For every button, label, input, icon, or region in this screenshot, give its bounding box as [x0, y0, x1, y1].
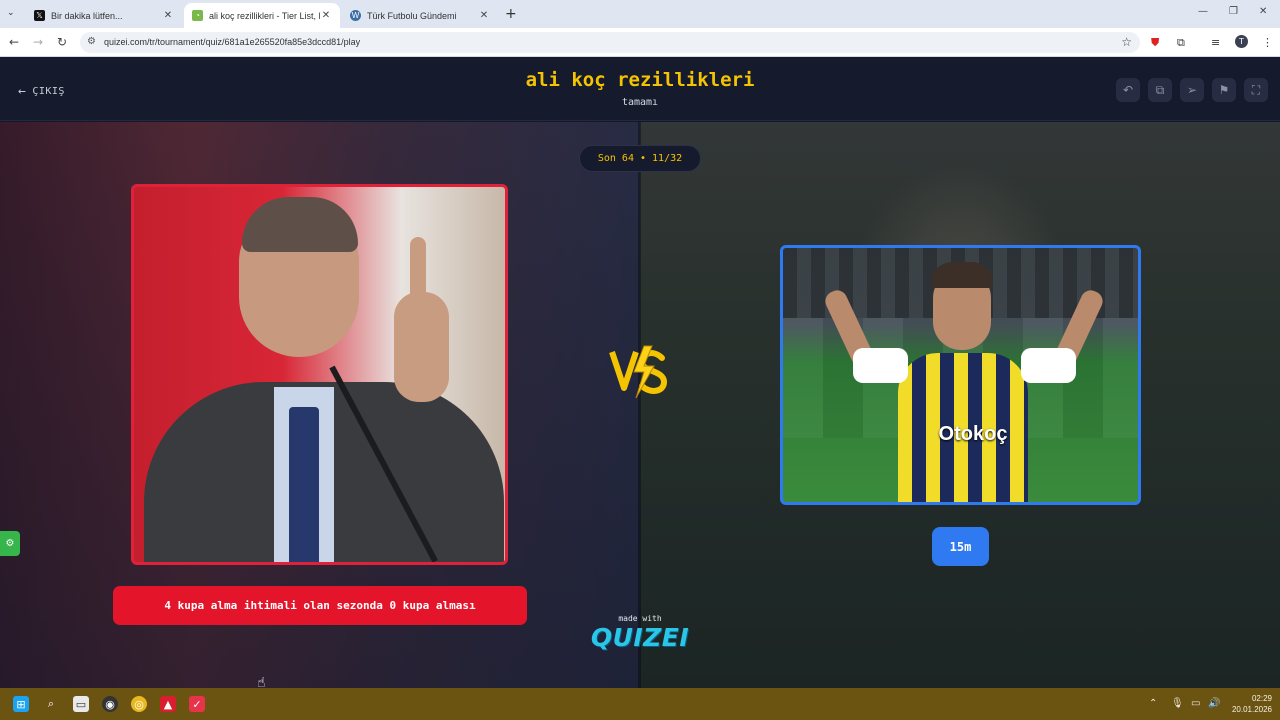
x-logo-icon: 𝕏	[34, 10, 45, 21]
share-button[interactable]: ➢	[1180, 78, 1204, 102]
windows-start-icon[interactable]: ⊞	[13, 696, 29, 712]
windows-taskbar: ⊞ ⌕ ▭ ◉ ◎ ▲ ✓ ⌃ 🎙 ▭ 🔊 02:29 20.01.2026	[0, 688, 1280, 720]
file-explorer-icon[interactable]: ▭	[73, 696, 89, 712]
copy-icon: ⧉	[1155, 82, 1165, 97]
reload-icon[interactable]: ↻	[57, 35, 67, 49]
close-tab-icon[interactable]: ✕	[478, 10, 490, 21]
new-tab-plus-icon[interactable]: +	[505, 6, 517, 22]
quiz-header: ← ÇIKIŞ ali koç rezillikleri tamamı ↶ ⧉ …	[0, 57, 1280, 121]
back-arrow-icon[interactable]: ←	[9, 35, 19, 49]
made-with-label: made with	[618, 614, 662, 623]
side-widget-button[interactable]: ⚙	[0, 531, 20, 556]
bookmark-star-icon[interactable]: ☆	[1121, 35, 1132, 49]
fullscreen-icon: ⛶	[1251, 82, 1261, 97]
close-window-icon[interactable]: ✕	[1259, 6, 1267, 17]
undo-icon: ↶	[1122, 83, 1134, 97]
clock-date: 20.01.2026	[1231, 705, 1272, 714]
left-choice-button[interactable]: 4 kupa alma ihtimali olan sezonda 0 kupa…	[113, 586, 527, 625]
tournament-stage: Son 64 • 11/32 Otokoç 4 kupa alma ihtima…	[0, 122, 1280, 688]
close-tab-icon[interactable]: ✕	[162, 10, 174, 21]
close-tab-icon[interactable]: ✕	[320, 10, 332, 21]
tray-chevron-icon[interactable]: ⌃	[1149, 698, 1157, 709]
tab-title: Bir dakika lütfen...	[51, 10, 123, 21]
fullscreen-button[interactable]: ⛶	[1244, 78, 1268, 102]
undo-button[interactable]: ↶	[1116, 78, 1140, 102]
quizei-logo[interactable]: QUIZEI	[580, 623, 700, 652]
quizei-favicon-icon: ◔	[192, 10, 203, 21]
reading-list-icon[interactable]: ≡	[1211, 36, 1220, 49]
obs-icon[interactable]: ◉	[102, 696, 118, 712]
app-red-icon[interactable]: ▲	[160, 696, 176, 712]
chrome-menu-icon[interactable]: ⋮	[1262, 36, 1273, 49]
app-check-icon[interactable]: ✓	[189, 696, 205, 712]
settings-icon: ⚙	[5, 538, 15, 549]
wordpress-icon: W	[350, 10, 361, 21]
browser-toolbar: ← → ↻ ⚙ quizei.com/tr/tournament/quiz/68…	[0, 28, 1280, 57]
browser-tab-3[interactable]: W Türk Futbolu Gündemi ✕	[342, 3, 498, 28]
page-title: ali koç rezillikleri	[525, 69, 755, 91]
page-subtitle: tamamı	[621, 97, 659, 108]
system-clock[interactable]: 02:29 20.01.2026	[1222, 693, 1272, 715]
left-choice-image[interactable]	[131, 184, 508, 565]
address-bar[interactable]: ⚙ quizei.com/tr/tournament/quiz/681a1e26…	[80, 32, 1140, 53]
browser-tab-strip: ⌄ 𝕏 Bir dakika lütfen... ✕ ◔ ali koç rez…	[0, 0, 1280, 28]
restore-icon[interactable]: ❐	[1229, 6, 1238, 17]
profile-avatar[interactable]: T	[1235, 35, 1248, 48]
url-text[interactable]: quizei.com/tr/tournament/quiz/681a1e2655…	[104, 37, 360, 47]
browser-tab-2-active[interactable]: ◔ ali koç rezillikleri - Tier List, Kö ✕	[184, 3, 340, 28]
network-icon[interactable]: ▭	[1191, 698, 1200, 709]
jersey-sponsor-logo: Otokoç	[938, 423, 1008, 445]
report-button[interactable]: ⚑	[1212, 78, 1236, 102]
hand-cursor-icon: ☝	[257, 675, 266, 688]
extensions-puzzle-icon[interactable]: ⧉	[1177, 36, 1185, 50]
vs-lightning-icon	[609, 345, 668, 399]
tab-title: ali koç rezillikleri - Tier List, Kö	[209, 10, 320, 21]
forward-arrow-icon[interactable]: →	[33, 35, 43, 49]
right-choice-button[interactable]: 15m	[932, 527, 989, 566]
microphone-tray-icon[interactable]: 🎙	[1171, 698, 1184, 709]
site-info-icon[interactable]: ⚙	[87, 36, 96, 47]
volume-icon[interactable]: 🔊	[1208, 698, 1220, 709]
minimize-icon[interactable]: —	[1198, 6, 1208, 17]
clock-time: 02:29	[1251, 694, 1272, 703]
flag-icon: ⚑	[1218, 83, 1230, 97]
copy-button[interactable]: ⧉	[1148, 78, 1172, 102]
tab-search-chevron-icon[interactable]: ⌄	[7, 8, 15, 18]
chrome-icon[interactable]: ◎	[131, 696, 147, 712]
browser-tab-1[interactable]: 𝕏 Bir dakika lütfen... ✕	[26, 3, 182, 28]
round-indicator: Son 64 • 11/32	[579, 145, 701, 172]
send-icon: ➢	[1186, 83, 1198, 97]
tab-title: Türk Futbolu Gündemi	[367, 10, 457, 21]
right-choice-image[interactable]: Otokoç	[780, 245, 1141, 505]
extension-shield-icon[interactable]: ⛊	[1151, 36, 1159, 50]
center-divider	[638, 122, 641, 688]
search-icon[interactable]: ⌕	[43, 696, 59, 712]
